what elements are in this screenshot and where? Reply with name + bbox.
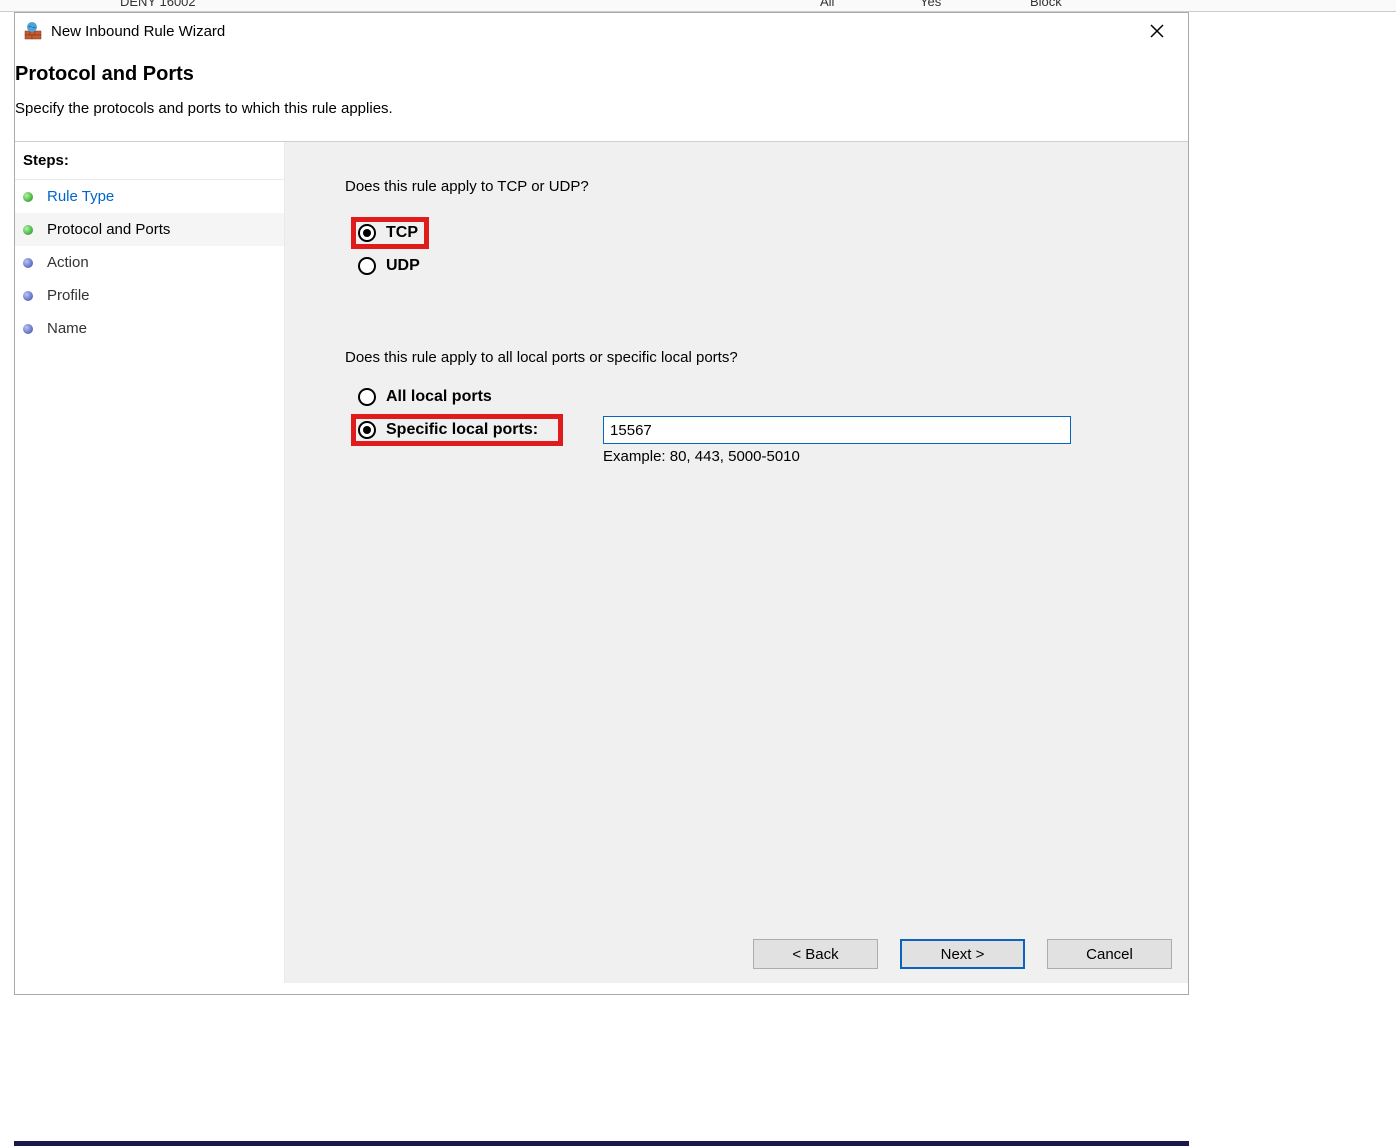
step-label: Rule Type (47, 188, 114, 205)
highlight-tcp: TCP (351, 217, 429, 249)
bg-col-yes: Yes (920, 0, 941, 9)
body-section: Steps: Rule Type Protocol and Ports Acti… (15, 141, 1188, 983)
next-button[interactable]: Next > (900, 939, 1025, 969)
window-title: New Inbound Rule Wizard (51, 23, 1134, 40)
bg-col-all: All (820, 0, 834, 9)
highlight-specific-ports: Specific local ports: (351, 414, 563, 446)
cancel-button[interactable]: Cancel (1047, 939, 1172, 969)
close-button[interactable] (1134, 15, 1180, 47)
step-name[interactable]: Name (15, 312, 284, 345)
titlebar: New Inbound Rule Wizard (15, 13, 1188, 49)
bullet-icon (23, 225, 33, 235)
ports-input-wrap: Example: 80, 443, 5000-5010 (603, 414, 1071, 465)
radio-specific-ports-label: Specific local ports: (386, 421, 538, 439)
ports-question: Does this rule apply to all local ports … (345, 349, 1172, 366)
step-protocol-and-ports[interactable]: Protocol and Ports (15, 213, 284, 246)
protocol-question: Does this rule apply to TCP or UDP? (345, 178, 1172, 195)
ports-example-text: Example: 80, 443, 5000-5010 (603, 448, 1071, 465)
bullet-icon (23, 291, 33, 301)
bullet-icon (23, 192, 33, 202)
step-profile[interactable]: Profile (15, 279, 284, 312)
radio-udp-label: UDP (386, 257, 420, 275)
steps-sidebar: Steps: Rule Type Protocol and Ports Acti… (15, 142, 285, 983)
radio-udp[interactable] (358, 257, 376, 275)
radio-row-specific-ports: Specific local ports: Example: 80, 443, … (351, 410, 1172, 469)
radio-tcp-label: TCP (386, 224, 418, 242)
radio-row-udp: UDP (351, 253, 1172, 279)
radio-all-ports-label: All local ports (386, 388, 492, 406)
protocol-radio-group: TCP UDP (351, 213, 1172, 279)
bg-col-block: Block (1030, 0, 1062, 9)
back-button[interactable]: < Back (753, 939, 878, 969)
close-icon (1150, 24, 1164, 38)
page-subtitle: Specify the protocols and ports to which… (15, 100, 1188, 117)
bg-deny-text: DENY 16002 (120, 0, 196, 9)
main-panel: Does this rule apply to TCP or UDP? TCP … (285, 142, 1188, 983)
step-label: Protocol and Ports (47, 221, 170, 238)
step-action[interactable]: Action (15, 246, 284, 279)
radio-all-ports[interactable] (358, 388, 376, 406)
header-section: Protocol and Ports Specify the protocols… (15, 49, 1188, 139)
wizard-button-row: < Back Next > Cancel (753, 939, 1172, 969)
step-label: Action (47, 254, 89, 271)
background-window-fragment: DENY 16002 All Yes Block (0, 0, 1396, 12)
radio-tcp[interactable] (358, 224, 376, 242)
firewall-icon (23, 21, 43, 41)
ports-radio-group: All local ports Specific local ports: Ex… (351, 384, 1172, 469)
radio-row-all-ports: All local ports (351, 384, 1172, 410)
radio-row-tcp: TCP (351, 213, 1172, 253)
step-label: Name (47, 320, 87, 337)
wizard-window: New Inbound Rule Wizard Protocol and Por… (14, 12, 1189, 995)
bottom-border (14, 1141, 1189, 1146)
specific-ports-input[interactable] (603, 416, 1071, 444)
sidebar-header: Steps: (15, 142, 284, 180)
bullet-icon (23, 324, 33, 334)
bullet-icon (23, 258, 33, 268)
step-rule-type[interactable]: Rule Type (15, 180, 284, 213)
page-title: Protocol and Ports (15, 63, 1188, 100)
step-label: Profile (47, 287, 90, 304)
radio-specific-ports[interactable] (358, 421, 376, 439)
